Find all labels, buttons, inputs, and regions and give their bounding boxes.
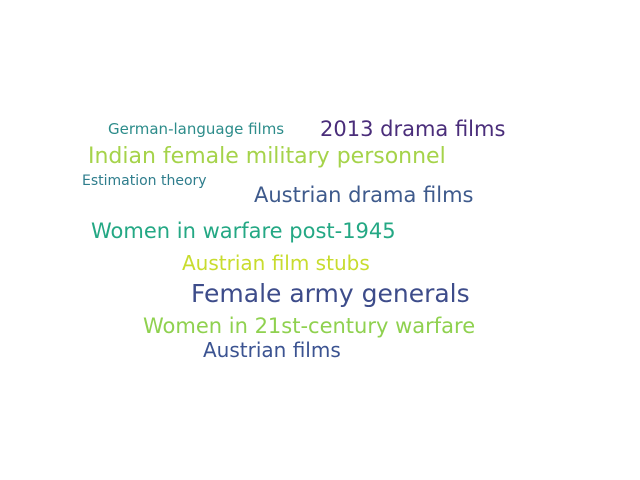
- word-cloud: German-language films 2013 drama films I…: [0, 0, 640, 480]
- word-estimation-theory: Estimation theory: [82, 173, 207, 189]
- word-women-in-21st-century-warfare: Women in 21st-century warfare: [143, 314, 476, 338]
- word-2013-drama-films: 2013 drama films: [320, 117, 506, 141]
- word-female-army-generals: Female army generals: [191, 279, 470, 308]
- word-indian-female-military-personnel: Indian female military personnel: [88, 144, 446, 169]
- word-austrian-films: Austrian films: [203, 338, 341, 362]
- word-women-in-warfare-post-1945: Women in warfare post-1945: [91, 219, 396, 243]
- word-austrian-film-stubs: Austrian film stubs: [182, 251, 370, 275]
- word-austrian-drama-films: Austrian drama films: [254, 183, 474, 207]
- word-german-language-films: German-language films: [108, 120, 285, 138]
